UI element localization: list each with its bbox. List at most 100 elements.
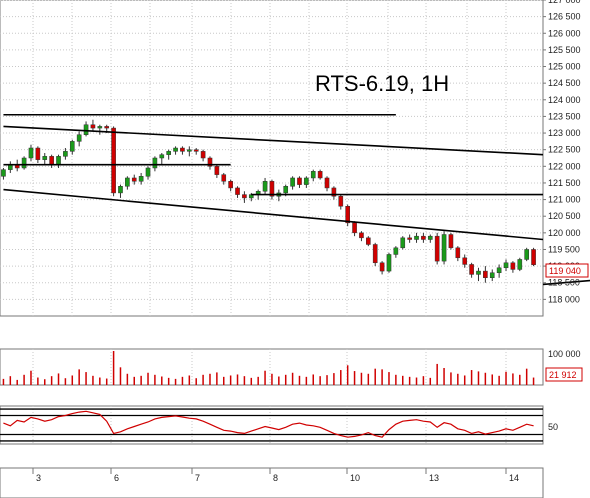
x-tick-label: 8: [273, 473, 278, 483]
candle-down: [297, 177, 302, 185]
candle-down: [345, 205, 350, 224]
candle-down: [235, 187, 240, 195]
last-volume-label: 21 912: [549, 370, 577, 380]
candle-down: [90, 124, 96, 129]
price-tick-label: 125 000: [548, 62, 581, 72]
price-tick-label: 124 000: [548, 95, 581, 105]
candle-down: [352, 222, 357, 234]
candle-up: [524, 249, 529, 260]
candle-down: [228, 181, 233, 189]
candle-down: [359, 232, 364, 239]
volume-axis-tick: 100 000: [548, 349, 581, 359]
price-tick-label: 123 000: [548, 128, 581, 138]
volume-panel: 100 000 21 912: [0, 348, 583, 386]
chart-root: RTS-6.19, 1H 127 000 126 500 126 000 125 50…: [0, 0, 590, 498]
candle-down: [221, 174, 227, 182]
candle-up: [152, 157, 158, 169]
candle-up: [393, 247, 399, 255]
candle-down: [469, 264, 474, 275]
candle-up: [173, 147, 178, 152]
candle-down: [131, 177, 137, 182]
candle-up: [166, 151, 171, 155]
candle-up: [400, 237, 406, 249]
candle-up: [290, 177, 295, 187]
candle-down: [434, 235, 440, 262]
candle-up: [503, 262, 509, 269]
candle-down: [242, 194, 247, 199]
price-tick-label: 121 000: [548, 195, 581, 205]
price-panel: RTS-6.19, 1H 127 000 126 500 126 000 125 50…: [0, 0, 590, 317]
price-tick-label: 127 000: [548, 0, 581, 5]
candle-down: [338, 196, 344, 207]
candle-down: [366, 237, 371, 245]
candle-up: [138, 176, 144, 182]
price-tick-label: 120 000: [548, 228, 581, 238]
x-axis-frame: [0, 467, 544, 498]
x-tick-label: 6: [114, 473, 119, 483]
x-axis: 3 6 7 8 10 13 14: [0, 467, 544, 498]
candle-up: [517, 259, 523, 270]
price-tick-label: 126 500: [548, 12, 581, 22]
candle-up: [414, 235, 419, 240]
candle-up: [304, 177, 309, 185]
candle-down: [324, 177, 330, 189]
x-tick-label: 10: [350, 473, 360, 483]
price-tick-label: 121 500: [548, 178, 581, 188]
candle-down: [35, 147, 41, 160]
candle-down: [483, 270, 488, 278]
candle-down: [510, 262, 516, 270]
candle-down: [111, 127, 116, 194]
price-tick-label: 122 000: [548, 161, 581, 171]
candle-down: [407, 237, 412, 240]
candle-up: [83, 124, 89, 135]
candle-up: [1, 169, 6, 177]
candle-up: [310, 171, 316, 179]
candle-up: [21, 157, 27, 169]
candle-up: [159, 154, 165, 159]
candle-up: [283, 186, 289, 194]
price-tick-label: 118 500: [548, 278, 580, 288]
last-price-label: 119 040: [549, 266, 581, 276]
candle-up: [187, 149, 192, 152]
candle-up: [63, 151, 68, 157]
price-panel-frame: [0, 0, 544, 317]
candle-down: [372, 244, 378, 264]
candle-up: [496, 267, 502, 274]
candle-up: [476, 270, 481, 275]
price-tick-label: 118 000: [548, 294, 580, 304]
price-tick-label: 122 500: [548, 145, 581, 155]
candle-up: [145, 167, 151, 177]
x-tick-label: 13: [429, 473, 439, 483]
candle-down: [455, 247, 461, 259]
oscillator-panel: 50: [0, 405, 558, 445]
candle-up: [118, 186, 123, 194]
x-tick-label: 7: [195, 473, 200, 483]
candle-up: [489, 272, 495, 278]
candle-down: [49, 156, 54, 165]
candle-down: [421, 235, 426, 240]
price-tick-label: 124 500: [548, 78, 581, 88]
candle-down: [193, 149, 199, 152]
chart-title: RTS-6.19, 1H: [315, 71, 449, 96]
candle-up: [125, 177, 130, 187]
oscillator-axis-tick: 50: [548, 422, 558, 432]
candle-down: [448, 234, 454, 249]
candle-down: [531, 249, 536, 266]
candle-down: [180, 147, 185, 152]
candle-up: [28, 147, 34, 159]
x-tick-label: 14: [509, 473, 519, 483]
candle-up: [56, 156, 61, 165]
candle-down: [214, 166, 220, 175]
price-tick-label: 123 500: [548, 111, 581, 121]
candle-up: [427, 235, 433, 240]
candle-up: [42, 156, 48, 160]
x-tick-label: 3: [36, 473, 41, 483]
candle-down: [317, 171, 323, 179]
candle-up: [386, 254, 392, 272]
candle-down: [200, 151, 206, 159]
price-tick-label: 125 500: [548, 45, 581, 55]
price-tick-label: 120 500: [548, 211, 581, 221]
candle-down: [379, 262, 385, 272]
candle-up: [441, 234, 447, 262]
price-tick-label: 126 000: [548, 28, 581, 38]
